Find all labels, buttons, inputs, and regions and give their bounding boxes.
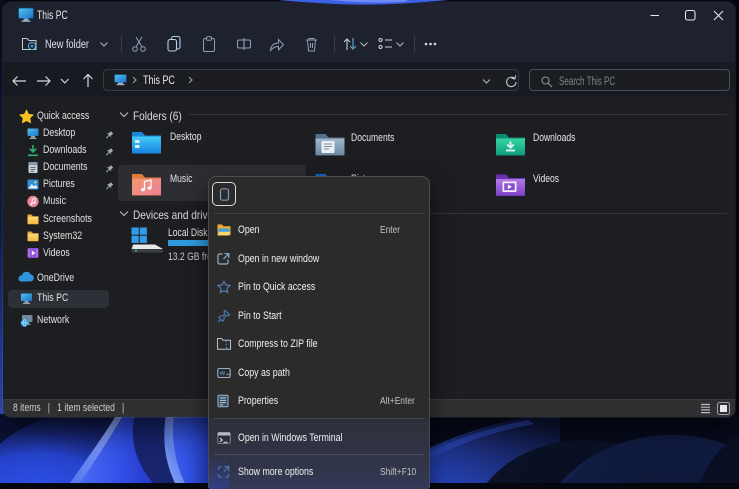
svg-text:New folder: New folder xyxy=(45,39,89,51)
